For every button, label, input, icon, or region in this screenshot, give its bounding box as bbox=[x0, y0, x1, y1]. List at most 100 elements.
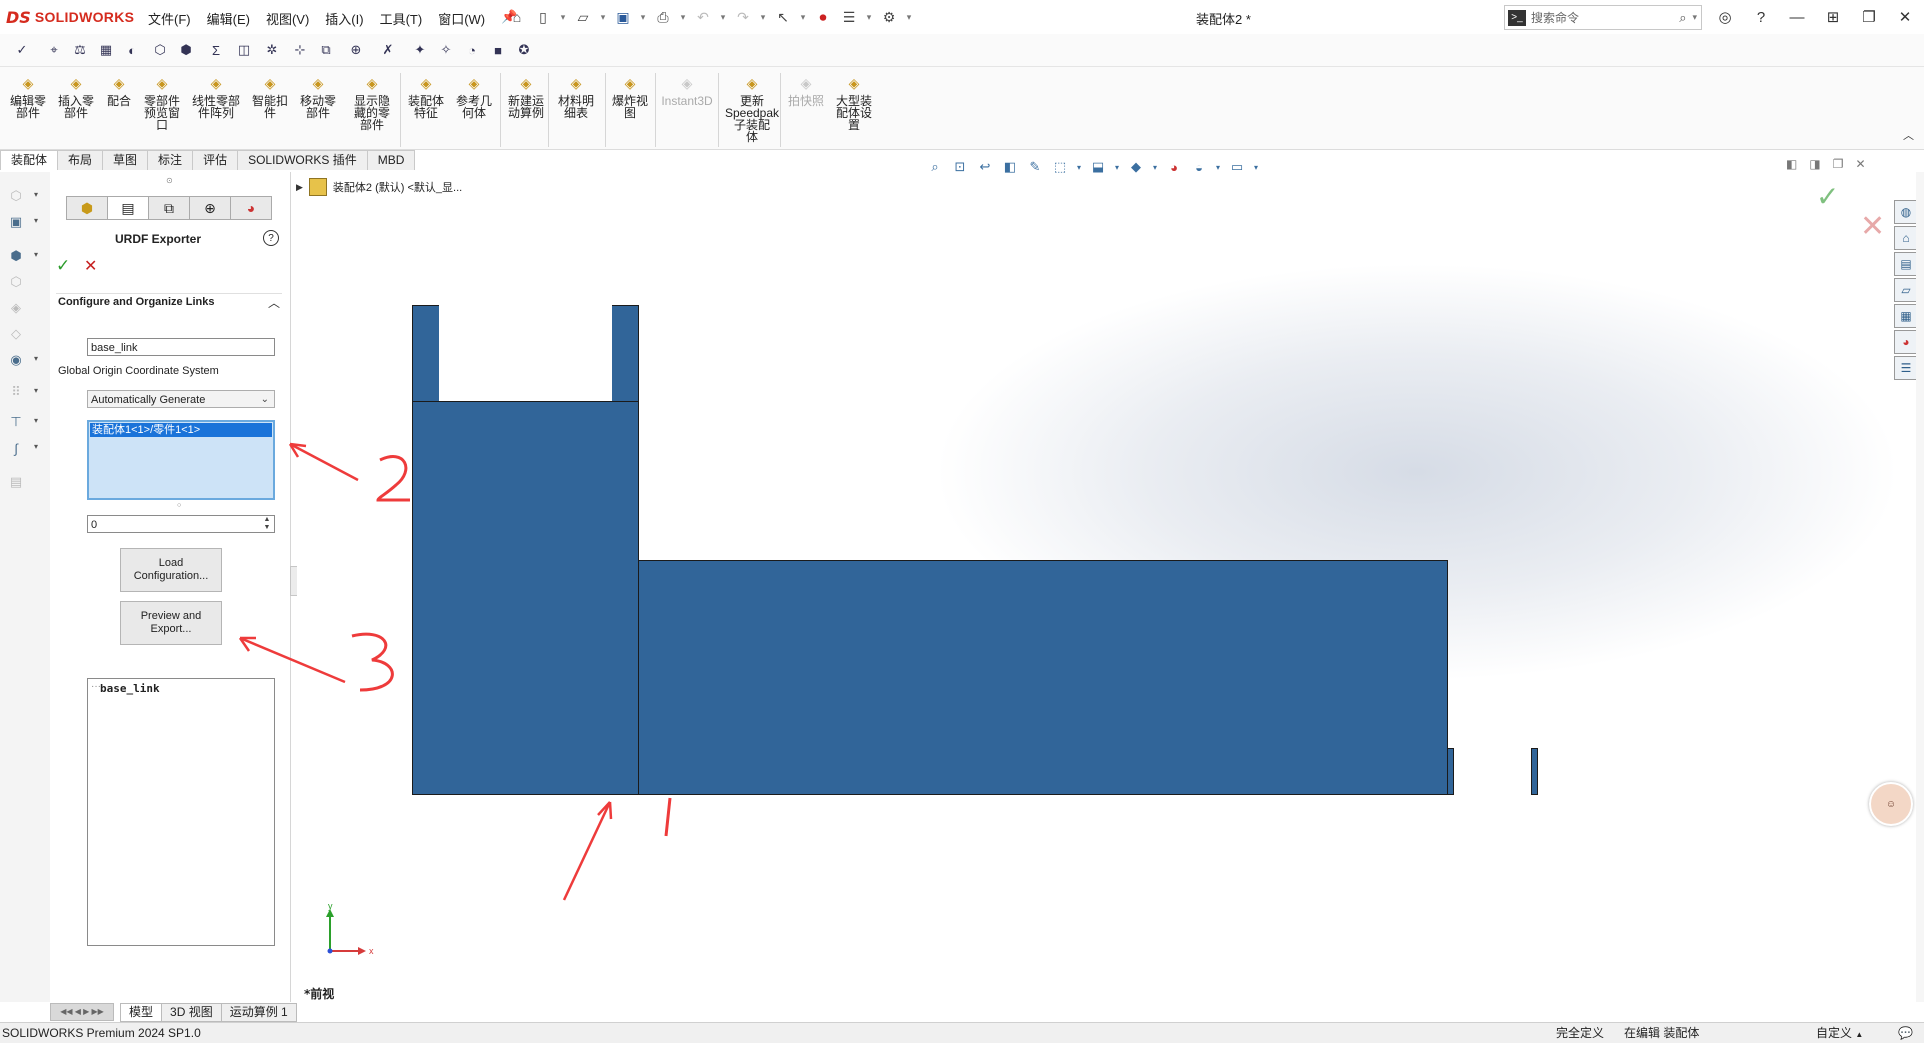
cmd-button-8[interactable]: ◈ 装配体 特征 bbox=[404, 73, 448, 119]
mass-properties-icon[interactable]: ⚖ bbox=[70, 40, 90, 60]
menu-insert[interactable]: 插入(I) bbox=[317, 9, 371, 28]
cmd-button-1[interactable]: ◈ 插入零 部件 bbox=[54, 73, 98, 119]
cmd-button-4[interactable]: ◈ 线性零部 件阵列 bbox=[188, 73, 244, 119]
chat-icon[interactable]: 💬 bbox=[1898, 1023, 1913, 1043]
strip-dropdown-10-icon[interactable]: ▾ bbox=[34, 442, 38, 451]
scene-dropdown-icon[interactable]: ▾ bbox=[1214, 157, 1222, 177]
assembly-visualization-icon[interactable]: ✲ bbox=[262, 40, 282, 60]
cmd-button-0[interactable]: ◈ 编辑零 部件 bbox=[6, 73, 50, 119]
graphics-close-icon[interactable]: ✕ bbox=[1855, 157, 1865, 171]
configure-links-section[interactable]: Configure and Organize Links ︿ bbox=[56, 293, 282, 314]
clearance-icon[interactable]: ⬢ bbox=[176, 40, 196, 60]
display-manager-tab-icon[interactable]: ◕ bbox=[230, 196, 272, 220]
menu-view[interactable]: 视图(V) bbox=[258, 9, 317, 28]
file-properties-dropdown-icon[interactable]: ▾ bbox=[864, 6, 874, 28]
select-dropdown-icon[interactable]: ▾ bbox=[798, 6, 808, 28]
list-item[interactable]: 装配体1<1>/零件1<1> bbox=[90, 423, 272, 437]
tile-left-icon[interactable]: ◧ bbox=[1786, 157, 1797, 171]
strip-tool-3-icon[interactable]: ⬢ bbox=[6, 246, 26, 266]
rebuild-icon[interactable]: ⏺ bbox=[812, 6, 834, 28]
previous-view-icon[interactable]: ↩ bbox=[975, 157, 995, 177]
assembly-root-label[interactable]: 装配体2 (默认) <默认_显... bbox=[333, 179, 462, 195]
strip-tool-1-icon[interactable]: ⬡ bbox=[6, 186, 26, 206]
new-document-icon[interactable]: ▯ bbox=[532, 6, 554, 28]
strip-tool-6-icon[interactable]: ◇ bbox=[6, 324, 26, 344]
addin-tool-1-icon[interactable]: ✦ bbox=[410, 40, 430, 60]
solidworks-logo[interactable]: DS SOLIDWORKS bbox=[6, 7, 134, 27]
folder-icon[interactable]: ▱ bbox=[1894, 278, 1918, 302]
view-selector-dropdown-icon[interactable]: ▾ bbox=[1075, 157, 1083, 177]
save-dropdown-icon[interactable]: ▾ bbox=[638, 6, 648, 28]
part-upright-body[interactable] bbox=[412, 401, 639, 795]
print-dropdown-icon[interactable]: ▾ bbox=[678, 6, 688, 28]
hole-alignment-icon[interactable]: ◫ bbox=[234, 40, 254, 60]
chevron-up-icon[interactable]: ︿ bbox=[268, 294, 280, 311]
strip-dropdown-3-icon[interactable]: ▾ bbox=[34, 250, 38, 259]
cmd-button-5[interactable]: ◈ 智能扣 件 bbox=[250, 73, 290, 119]
compare-icon[interactable]: ⧉ bbox=[316, 40, 336, 60]
strip-tool-2-icon[interactable]: ▣ bbox=[6, 212, 26, 232]
performance-evaluation-icon[interactable]: ⊹ bbox=[290, 40, 310, 60]
redo-icon[interactable]: ↷ bbox=[732, 6, 754, 28]
strip-tool-4-icon[interactable]: ⬡ bbox=[6, 272, 26, 292]
cmd-button-6[interactable]: ◈ 移动零 部件 bbox=[296, 73, 340, 119]
graphics-scrollbar[interactable] bbox=[1916, 172, 1924, 1002]
new-dropdown-icon[interactable]: ▾ bbox=[558, 6, 568, 28]
open-dropdown-icon[interactable]: ▾ bbox=[598, 6, 608, 28]
strip-tool-5-icon[interactable]: ◈ bbox=[6, 298, 26, 318]
view-palette-icon[interactable]: ▦ bbox=[1894, 304, 1918, 328]
dimxpert-tab-icon[interactable]: ⊕ bbox=[189, 196, 231, 220]
cmd-button-16[interactable]: ◈ 大型装 配体设 置 bbox=[828, 73, 880, 131]
cmd-button-12[interactable]: ◈ 爆炸视 图 bbox=[608, 73, 652, 119]
tab-evaluate[interactable]: 评估 bbox=[192, 150, 239, 170]
redo-dropdown-icon[interactable]: ▾ bbox=[758, 6, 768, 28]
display-style-dropdown-icon[interactable]: ▾ bbox=[1151, 157, 1159, 177]
file-properties-icon[interactable]: ☰ bbox=[838, 6, 860, 28]
preview-and-export-button[interactable]: Preview and Export... bbox=[120, 601, 222, 645]
tab-markup[interactable]: 标注 bbox=[147, 150, 194, 170]
spell-check-icon[interactable]: ✓ bbox=[12, 40, 32, 60]
zoom-to-fit-icon[interactable]: ⌕ bbox=[925, 157, 945, 177]
cmd-button-9[interactable]: ◈ 参考几 何体 bbox=[452, 73, 496, 119]
design-library-icon[interactable]: ⌂ bbox=[1894, 226, 1918, 250]
part-small-tab-left[interactable] bbox=[1447, 748, 1454, 795]
view-orientation-dropdown-icon[interactable]: ▾ bbox=[1113, 157, 1121, 177]
options-dropdown-icon[interactable]: ▾ bbox=[904, 6, 914, 28]
cmd-button-11[interactable]: ◈ 材料明 细表 bbox=[554, 73, 598, 119]
custom-properties-icon[interactable]: ☰ bbox=[1894, 356, 1918, 380]
excel-icon[interactable]: ✗ bbox=[378, 40, 398, 60]
view-orientation-icon[interactable]: ⬓ bbox=[1088, 157, 1108, 177]
options-gear-icon[interactable]: ⚙ bbox=[878, 6, 900, 28]
search-dropdown-icon[interactable]: ▾ bbox=[1692, 12, 1697, 23]
tab-layout[interactable]: 布局 bbox=[57, 150, 104, 170]
dynamic-annotation-icon[interactable]: ✎ bbox=[1025, 157, 1045, 177]
ok-button[interactable]: ✓ bbox=[56, 256, 70, 276]
search-icon[interactable]: ⌕ bbox=[1679, 10, 1686, 26]
strip-dropdown-2-icon[interactable]: ▾ bbox=[34, 216, 38, 225]
menu-edit[interactable]: 编辑(E) bbox=[199, 9, 258, 28]
strip-dropdown-9-icon[interactable]: ▾ bbox=[34, 416, 38, 425]
tab-solidworks-addins[interactable]: SOLIDWORKS 插件 bbox=[237, 150, 368, 170]
graphics-restore-icon[interactable]: ❐ bbox=[1833, 157, 1844, 171]
minimize-icon[interactable]: — bbox=[1784, 5, 1810, 29]
strip-dropdown-1-icon[interactable]: ▾ bbox=[34, 190, 38, 199]
cmd-button-14[interactable]: ◈ 更新 Speedpak 子装配 体 bbox=[722, 73, 782, 143]
view-settings-icon[interactable]: ▭ bbox=[1227, 157, 1247, 177]
print-icon[interactable]: ⎙ bbox=[652, 6, 674, 28]
view-settings-dropdown-icon[interactable]: ▾ bbox=[1252, 157, 1260, 177]
addin-tool-3-icon[interactable]: ◔ bbox=[462, 40, 482, 60]
cmd-button-2[interactable]: ◈ 配合 bbox=[104, 73, 134, 107]
select-icon[interactable]: ↖ bbox=[772, 6, 794, 28]
strip-tool-11-icon[interactable]: ▤ bbox=[6, 472, 26, 492]
edit-appearance-icon[interactable]: ◕ bbox=[1164, 157, 1184, 177]
search-commands-box[interactable]: >_ 搜索命令 ⌕ ▾ bbox=[1504, 5, 1702, 30]
sensor-icon[interactable]: ◐ bbox=[122, 40, 142, 60]
cancel-button[interactable]: ✕ bbox=[84, 256, 97, 276]
spin-arrows-icon[interactable]: ▲ ▼ bbox=[262, 516, 272, 532]
tab-scroll-arrows-icon[interactable]: ◀◀ ◀ ▶ ▶▶ bbox=[50, 1003, 114, 1021]
strip-dropdown-7-icon[interactable]: ▾ bbox=[34, 354, 38, 363]
strip-tool-8-icon[interactable]: ⠿ bbox=[6, 382, 26, 402]
save-icon[interactable]: ▣ bbox=[612, 6, 634, 28]
menu-file[interactable]: 文件(F) bbox=[140, 9, 199, 28]
cmd-button-15[interactable]: ◈ 拍快照 bbox=[786, 73, 826, 107]
